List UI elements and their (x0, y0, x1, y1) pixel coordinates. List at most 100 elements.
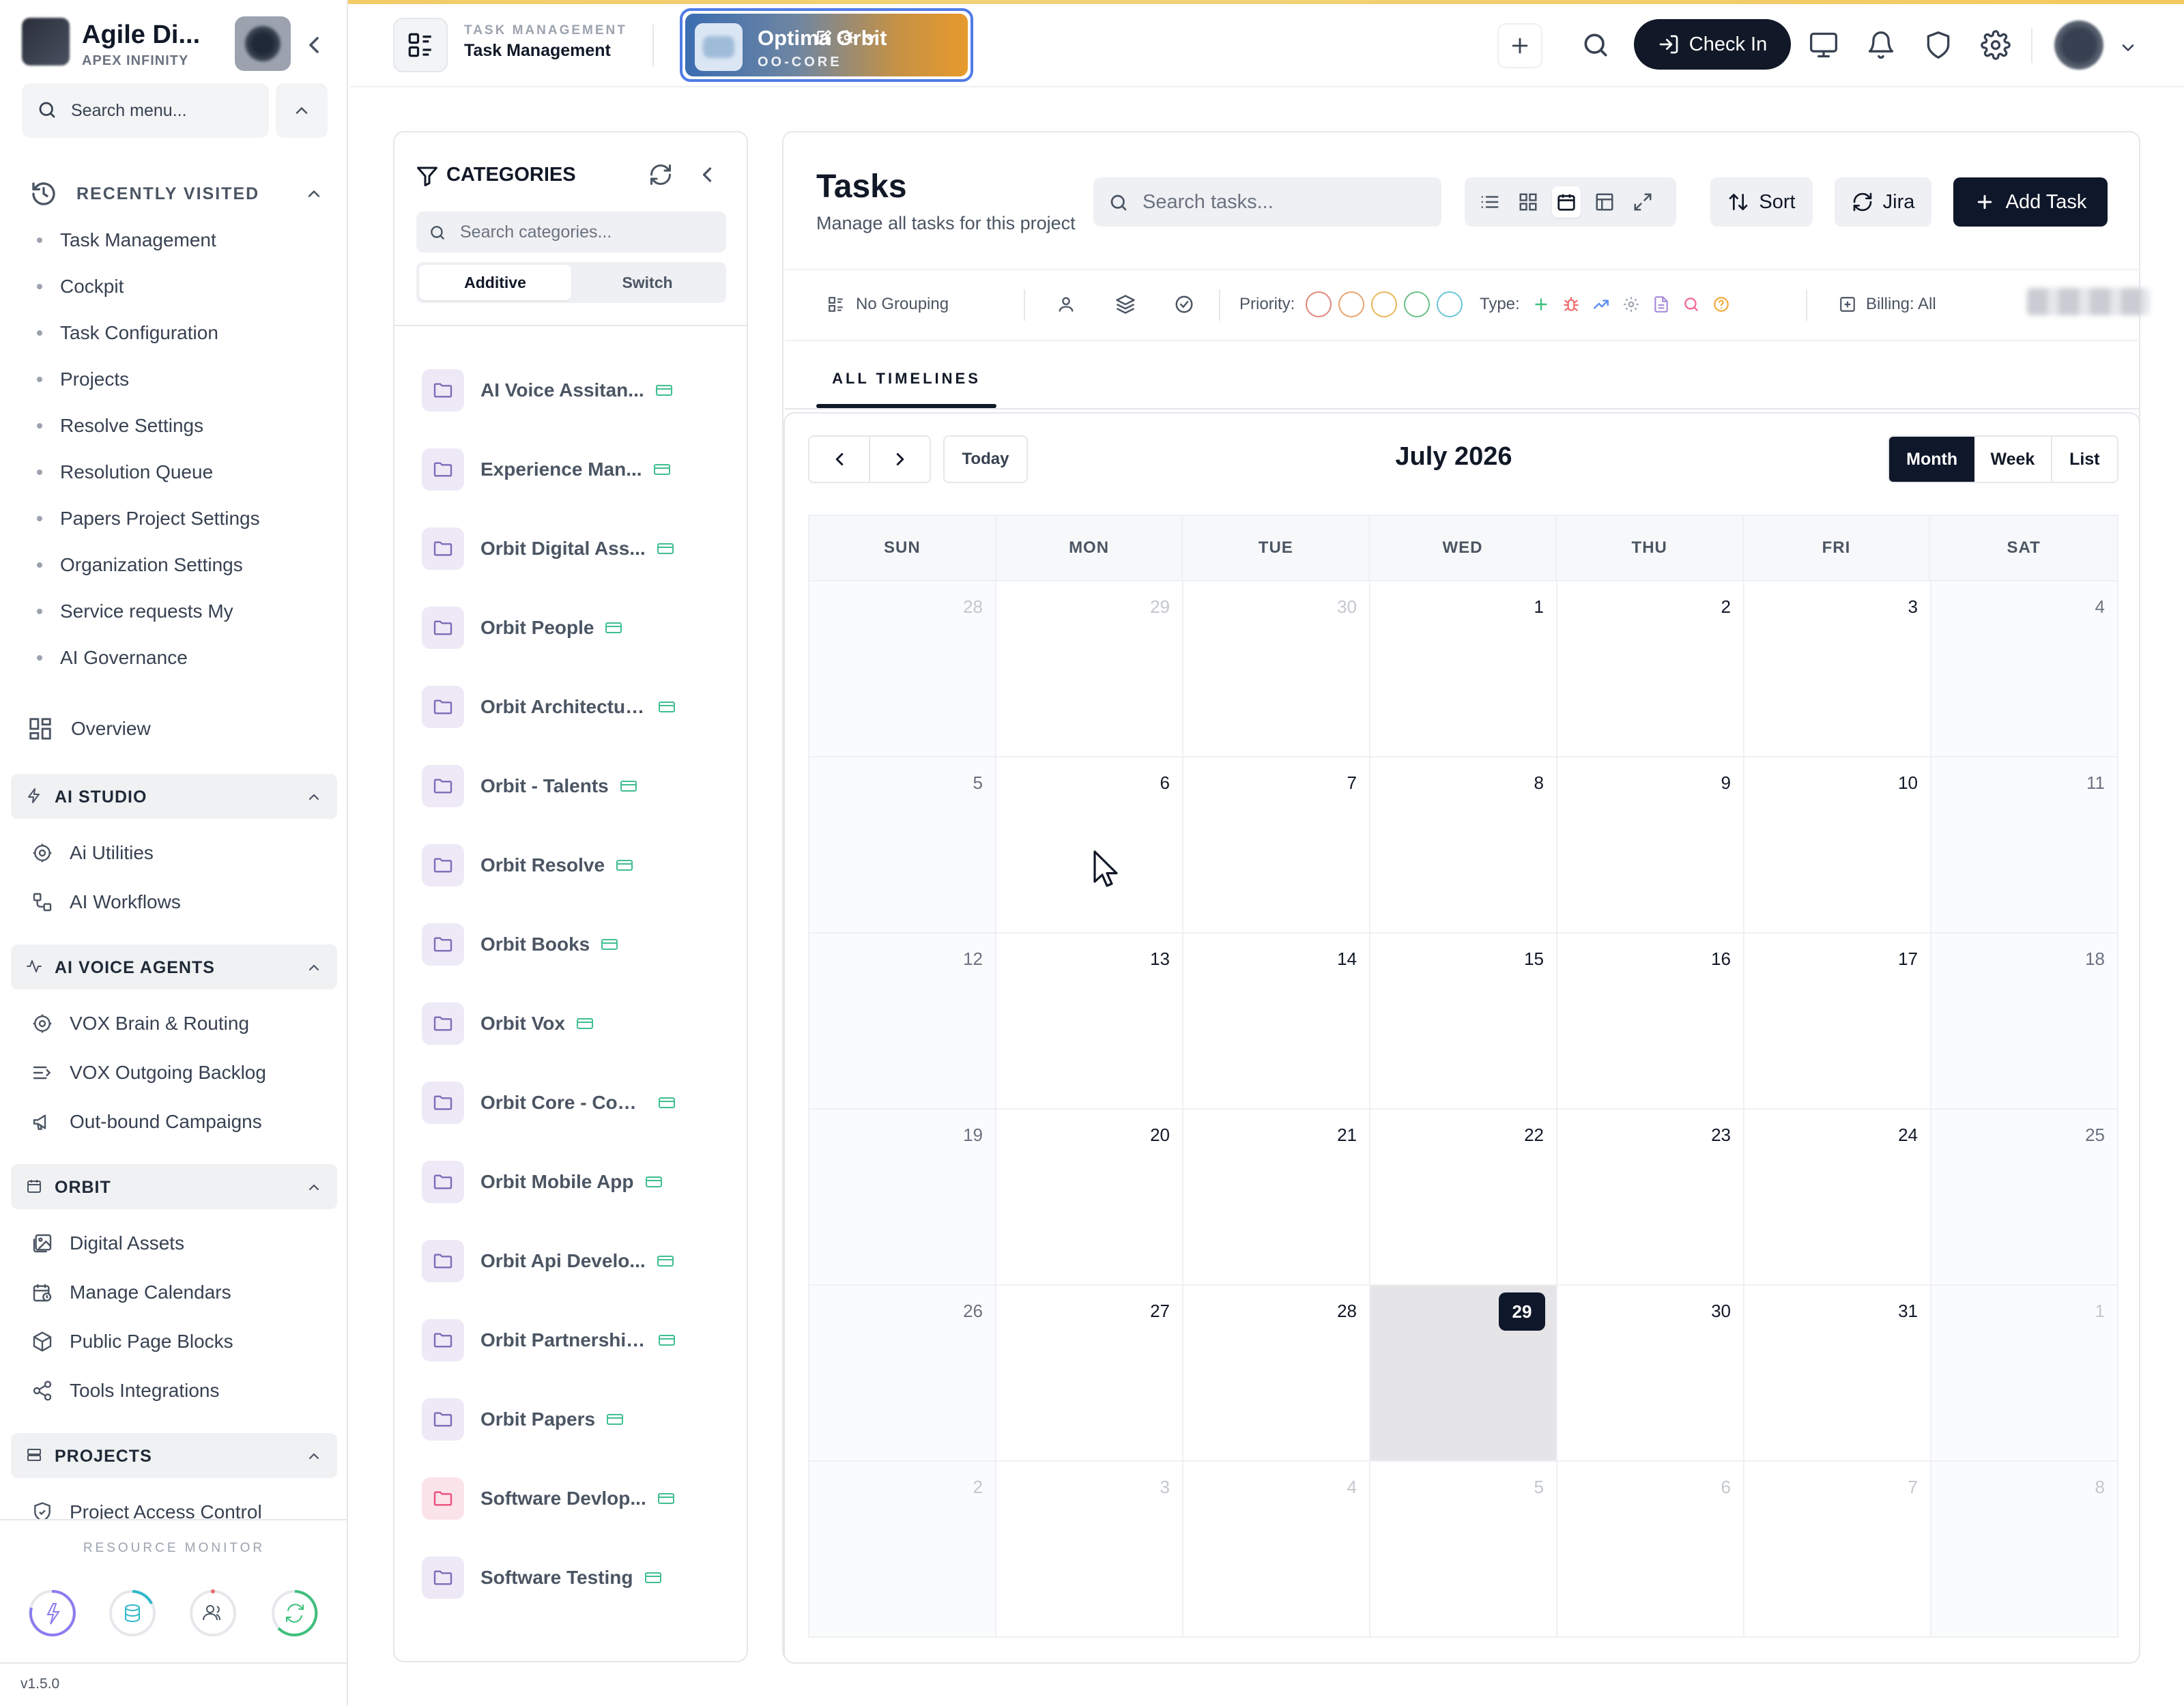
priority-circle[interactable] (1437, 291, 1463, 317)
category-item[interactable]: Experience Man... (422, 430, 722, 509)
category-item[interactable]: Orbit Core - Com... (422, 1063, 722, 1142)
calendar-day[interactable]: 7 (1183, 757, 1370, 934)
priority-circle[interactable] (1338, 291, 1365, 317)
module-switcher-button[interactable] (393, 18, 448, 72)
section-header-ai-studio[interactable]: AI STUDIO (11, 774, 337, 819)
week-view-button[interactable]: Week (1974, 437, 2052, 482)
calendar-day[interactable]: 3 (1744, 581, 1931, 757)
today-button[interactable]: Today (943, 435, 1028, 483)
calendar-day[interactable]: 25 (1931, 1110, 2118, 1286)
collapse-categories-icon[interactable] (695, 162, 719, 187)
shield-icon[interactable] (1923, 30, 1953, 60)
priority-circle[interactable] (1371, 291, 1398, 317)
calendar-day[interactable]: 5 (1370, 1462, 1557, 1638)
sync-gauge[interactable] (269, 1587, 321, 1639)
calendar-day[interactable]: 21 (1183, 1110, 1370, 1286)
category-item[interactable]: Orbit People (422, 588, 722, 667)
calendar-day[interactable]: 6 (1557, 1462, 1744, 1638)
status-filter-icon[interactable] (1174, 269, 1194, 340)
gear-type-icon[interactable] (1622, 295, 1640, 313)
calendar-day[interactable]: 20 (996, 1110, 1183, 1286)
calendar-day[interactable]: 5 (809, 757, 996, 934)
section-header-projects[interactable]: PROJECTS (11, 1433, 337, 1478)
calendar-day[interactable]: 1 (1931, 1286, 2118, 1462)
section-header-ai-voice-agents[interactable]: AI VOICE AGENTS (11, 944, 337, 989)
users-gauge[interactable] (187, 1587, 239, 1639)
sidebar-item-public-page-blocks[interactable]: Public Page Blocks (30, 1322, 233, 1361)
calendar-day[interactable]: 11 (1931, 757, 2118, 934)
recent-item[interactable]: Resolution Queue (37, 449, 324, 495)
refresh-icon[interactable] (648, 162, 673, 187)
calendar-day[interactable]: 8 (1931, 1462, 2118, 1638)
next-month-button[interactable] (870, 437, 930, 482)
category-item[interactable]: Orbit Partnerships (422, 1301, 722, 1380)
cpu-gauge[interactable] (26, 1587, 78, 1639)
calendar-day[interactable]: 30 (1183, 581, 1370, 757)
category-item[interactable]: Software Testing (422, 1538, 722, 1617)
calendar-day[interactable]: 26 (809, 1286, 996, 1462)
recent-item[interactable]: Organization Settings (37, 542, 324, 588)
jira-sync-button[interactable]: Jira (1835, 177, 1931, 227)
grid-view-icon[interactable] (1514, 186, 1542, 218)
check-in-button[interactable]: Check In (1634, 19, 1791, 70)
calendar-day[interactable]: 3 (996, 1462, 1183, 1638)
recently-visited-header[interactable]: RECENTLY VISITED (30, 177, 324, 212)
sidebar-item-vox-brain-routing[interactable]: VOX Brain & Routing (30, 1004, 249, 1043)
sidebar-item-ai-workflows[interactable]: AI Workflows (30, 883, 181, 921)
trend-icon[interactable] (1592, 295, 1610, 313)
plus-type-icon[interactable] (1532, 295, 1550, 313)
recent-item[interactable]: Service requests My (37, 588, 324, 635)
mode-switch-button[interactable]: Switch (571, 265, 723, 300)
calendar-day[interactable]: 23 (1557, 1110, 1744, 1286)
database-gauge[interactable] (106, 1587, 158, 1639)
calendar-day[interactable]: 4 (1931, 581, 2118, 757)
calendar-day[interactable]: 19 (809, 1110, 996, 1286)
recent-item[interactable]: Resolve Settings (37, 403, 324, 449)
calendar-day[interactable]: 29 (996, 581, 1183, 757)
recent-item[interactable]: Task Configuration (37, 310, 324, 356)
recent-item[interactable]: Cockpit (37, 263, 324, 310)
calendar-day[interactable]: 18 (1931, 934, 2118, 1110)
menu-search-input[interactable]: Search menu... (22, 83, 269, 138)
calendar-day[interactable]: 15 (1370, 934, 1557, 1110)
assignee-filter-icon[interactable] (1057, 269, 1076, 340)
collapse-menu-button[interactable] (276, 83, 328, 138)
calendar-day[interactable]: 10 (1744, 757, 1931, 934)
task-search-input[interactable]: Search tasks... (1093, 177, 1441, 227)
research-icon[interactable] (1682, 295, 1700, 313)
table-view-icon[interactable] (1590, 186, 1619, 218)
priority-circle[interactable] (1404, 291, 1431, 317)
sort-button[interactable]: Sort (1710, 177, 1813, 227)
global-search-icon[interactable] (1581, 30, 1611, 60)
calendar-day[interactable]: 28 (809, 581, 996, 757)
project-settings-icon[interactable] (838, 29, 856, 46)
add-task-button[interactable]: Add Task (1953, 177, 2108, 227)
calendar-day[interactable]: 28 (1183, 1286, 1370, 1462)
categories-search-input[interactable]: Search categories... (416, 212, 726, 252)
calendar-day[interactable]: 30 (1557, 1286, 1744, 1462)
sidebar-item-digital-assets[interactable]: Digital Assets (30, 1224, 184, 1262)
category-item[interactable]: Orbit Digital Ass... (422, 509, 722, 588)
monitor-icon[interactable] (1809, 30, 1839, 60)
question-icon[interactable] (1712, 295, 1730, 313)
chevron-down-icon[interactable] (861, 29, 879, 46)
category-item[interactable]: Orbit Papers (422, 1380, 722, 1459)
calendar-day[interactable]: 31 (1744, 1286, 1931, 1462)
recent-item[interactable]: Projects (37, 356, 324, 403)
sidebar-item-out-bound-campaigns[interactable]: Out-bound Campaigns (30, 1103, 262, 1141)
priority-circle[interactable] (1306, 291, 1332, 317)
settings-icon[interactable] (1981, 30, 2011, 60)
mode-additive-button[interactable]: Additive (419, 265, 571, 300)
category-item[interactable]: Orbit Vox (422, 984, 722, 1063)
expand-icon[interactable] (1628, 186, 1657, 218)
calendar-day[interactable]: 22 (1370, 1110, 1557, 1286)
calendar-view-icon[interactable] (1552, 186, 1581, 218)
user-avatar[interactable] (2054, 20, 2103, 70)
category-item[interactable]: Orbit Resolve (422, 826, 722, 905)
create-button[interactable] (1497, 23, 1542, 68)
calendar-day[interactable]: 8 (1370, 757, 1557, 934)
category-item[interactable]: Orbit Architectur... (422, 667, 722, 747)
calendar-day[interactable]: 7 (1744, 1462, 1931, 1638)
category-item[interactable]: Software Devlop... (422, 1459, 722, 1538)
sidebar-item-vox-outgoing-backlog[interactable]: VOX Outgoing Backlog (30, 1054, 266, 1092)
